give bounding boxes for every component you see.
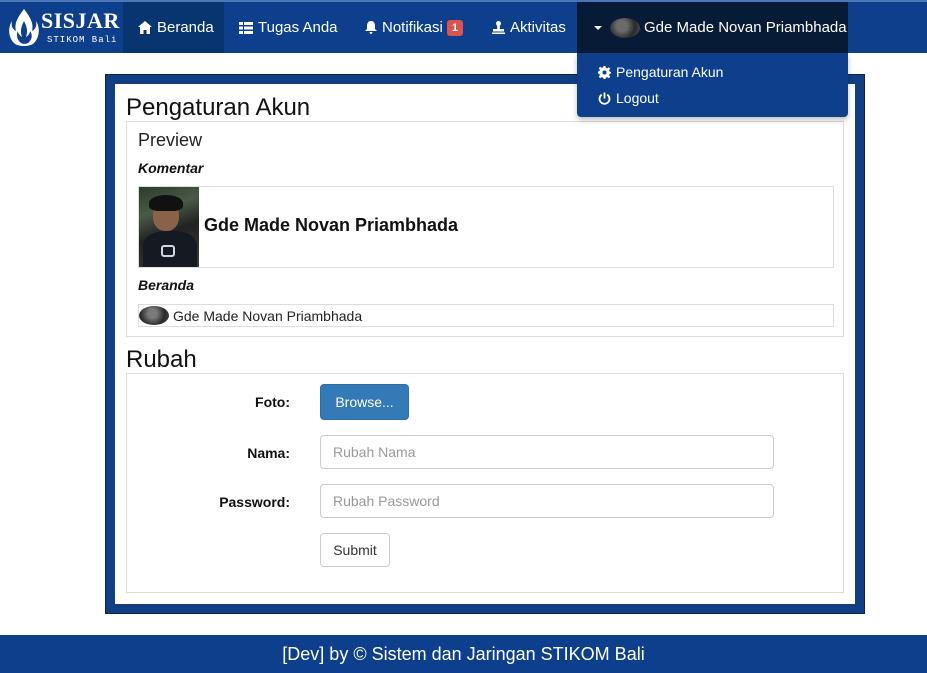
menu-item-account-settings[interactable]: Pengaturan Akun: [598, 64, 723, 80]
nav-notifications-label: Notifikasi: [382, 19, 443, 36]
power-icon: [598, 92, 611, 105]
bell-icon: [365, 21, 377, 34]
preview-heading: Preview: [138, 130, 203, 150]
home-preview-label: Beranda: [138, 277, 195, 293]
browse-button[interactable]: Browse...: [320, 384, 409, 420]
page-title: Pengaturan Akun: [126, 94, 311, 121]
menu-item-logout-label: Logout: [616, 90, 659, 106]
home-preview-avatar: [139, 306, 169, 325]
home-preview-name: Gde Made Novan Priambhada: [173, 307, 363, 324]
preview-section: Preview Komentar Gde Made Novan Priambha…: [126, 121, 844, 337]
gear-icon: [598, 65, 611, 79]
name-label: Nama:: [247, 445, 290, 461]
main-panel: Pengaturan Akun Preview Komentar Gde Mad…: [105, 74, 865, 614]
nav-home-label: Beranda: [157, 19, 214, 36]
comment-label: Komentar: [138, 160, 204, 176]
notification-count-badge: 1: [446, 19, 463, 36]
nav-tasks[interactable]: Tugas Anda: [239, 2, 338, 53]
brand-title: SISJAR: [41, 8, 120, 33]
nav-notifications[interactable]: Notifikasi 1: [365, 2, 463, 53]
photo-label: Foto:: [255, 394, 290, 410]
nav-home[interactable]: Beranda: [123, 2, 224, 53]
stamp-icon: [492, 21, 505, 34]
home-icon: [138, 21, 152, 34]
edit-heading: Rubah: [126, 346, 197, 373]
nav-user-name: Gde Made Novan Priambhada: [644, 19, 847, 36]
caret-down-icon: [594, 25, 602, 30]
password-input[interactable]: [320, 484, 774, 518]
home-preview-row: Gde Made Novan Priambhada: [138, 304, 834, 327]
submit-button[interactable]: Submit: [320, 533, 390, 567]
nav-activity[interactable]: Aktivitas: [492, 2, 566, 53]
brand-logo[interactable]: SISJAR STIKOM Bali: [0, 2, 122, 53]
user-avatar: [610, 17, 640, 38]
comment-preview-card: Gde Made Novan Priambhada: [138, 186, 834, 268]
flame-logo-icon: [9, 9, 39, 46]
edit-form: Foto: Browse... Nama: Password: Submit: [126, 373, 844, 593]
nav-user-menu[interactable]: Gde Made Novan Priambhada: [577, 2, 848, 53]
footer: [Dev] by © Sistem dan Jaringan STIKOM Ba…: [0, 635, 927, 673]
top-navbar: SISJAR STIKOM Bali Beranda Tugas Anda No…: [0, 0, 927, 53]
comment-preview-name: Gde Made Novan Priambhada: [204, 215, 459, 235]
menu-item-logout[interactable]: Logout: [598, 90, 659, 106]
nav-tasks-label: Tugas Anda: [258, 19, 338, 36]
table-list-icon: [239, 21, 253, 34]
user-dropdown-menu: Pengaturan Akun Logout: [577, 53, 848, 117]
footer-text: [Dev] by © Sistem dan Jaringan STIKOM Ba…: [282, 643, 645, 664]
nav-activity-label: Aktivitas: [510, 19, 566, 36]
brand-subtitle: STIKOM Bali: [47, 35, 118, 45]
main-content: Pengaturan Akun Preview Komentar Gde Mad…: [115, 84, 855, 604]
profile-photo: [139, 187, 199, 267]
menu-item-account-settings-label: Pengaturan Akun: [616, 64, 724, 80]
name-input[interactable]: [320, 435, 774, 469]
password-label: Password:: [219, 494, 290, 510]
